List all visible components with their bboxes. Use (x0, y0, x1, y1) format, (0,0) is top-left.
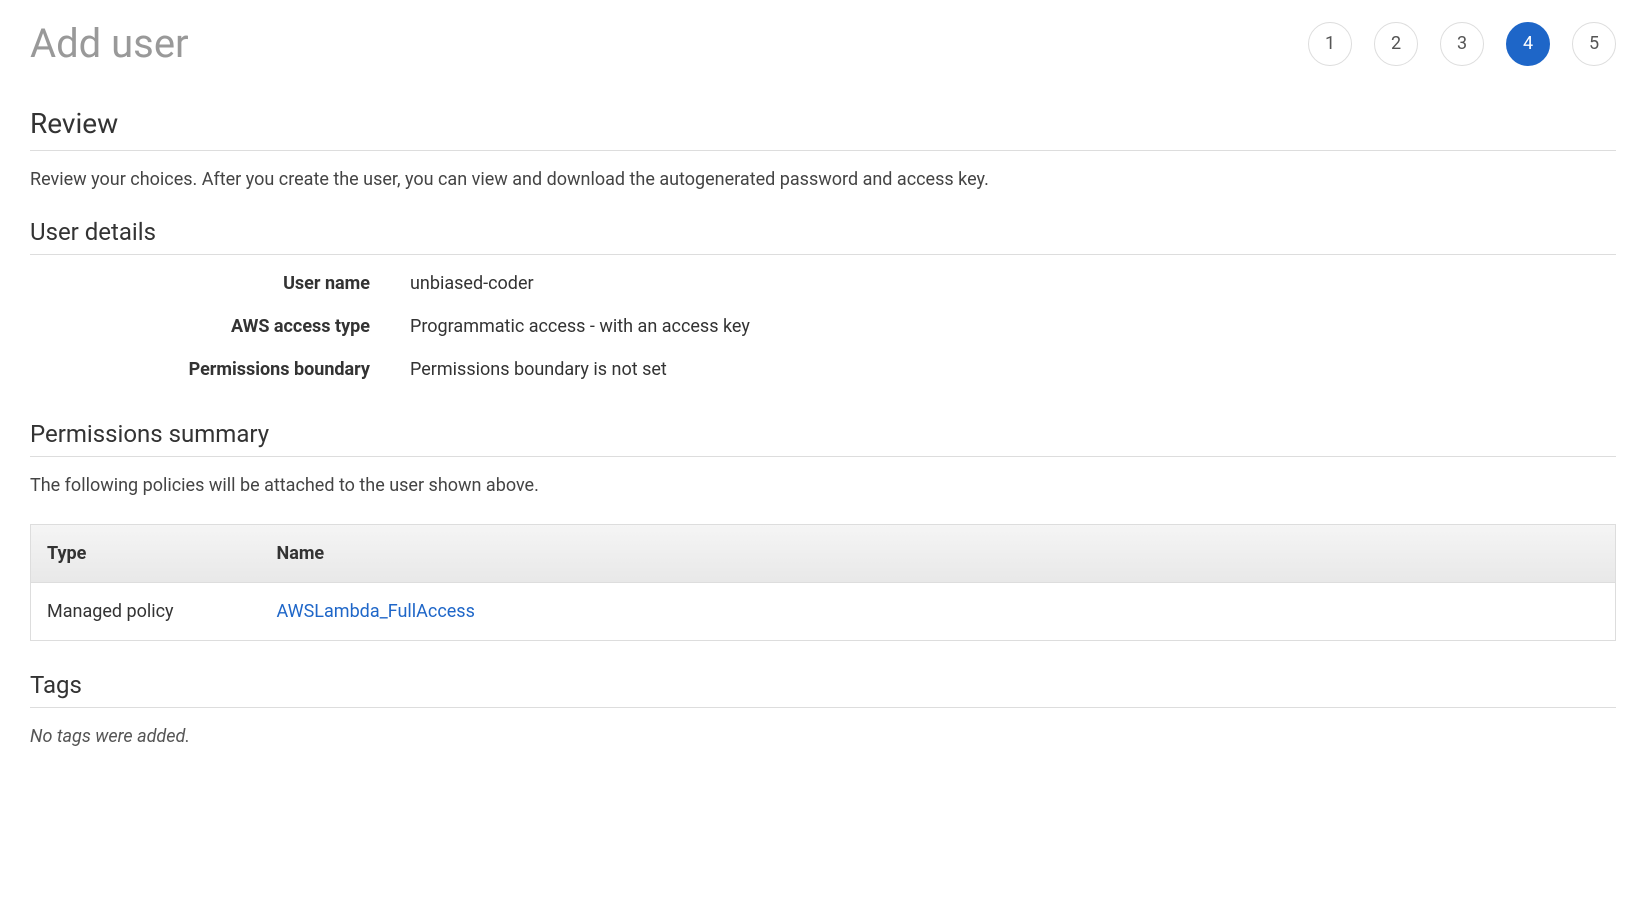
user-details-grid: User name unbiased-coder AWS access type… (30, 273, 1616, 380)
detail-label-access-type: AWS access type (30, 316, 410, 337)
step-1[interactable]: 1 (1308, 22, 1352, 66)
policy-name-cell: AWSLambda_FullAccess (261, 583, 1616, 641)
permissions-summary-heading: Permissions summary (30, 420, 1616, 457)
step-3[interactable]: 3 (1440, 22, 1484, 66)
detail-label-username: User name (30, 273, 410, 294)
step-5[interactable]: 5 (1572, 22, 1616, 66)
policies-table: Type Name Managed policy AWSLambda_FullA… (30, 524, 1616, 641)
review-heading: Review (30, 107, 1616, 151)
detail-value-permissions-boundary: Permissions boundary is not set (410, 359, 1616, 380)
tags-empty-text: No tags were added. (30, 726, 1616, 747)
policy-name-link[interactable]: AWSLambda_FullAccess (277, 601, 475, 622)
tags-heading: Tags (30, 671, 1616, 708)
permissions-summary-description: The following policies will be attached … (30, 475, 1616, 496)
table-header-row: Type Name (31, 525, 1616, 583)
user-details-heading: User details (30, 218, 1616, 255)
wizard-stepper: 1 2 3 4 5 (1308, 22, 1616, 66)
policy-type: Managed policy (31, 583, 261, 641)
detail-value-access-type: Programmatic access - with an access key (410, 316, 1616, 337)
page-header: Add user 1 2 3 4 5 (30, 20, 1616, 67)
column-header-type: Type (31, 525, 261, 583)
detail-label-permissions-boundary: Permissions boundary (30, 359, 410, 380)
review-description: Review your choices. After you create th… (30, 169, 1616, 190)
table-row: Managed policy AWSLambda_FullAccess (31, 583, 1616, 641)
page-title: Add user (30, 20, 189, 67)
column-header-name: Name (261, 525, 1616, 583)
detail-value-username: unbiased-coder (410, 273, 1616, 294)
step-4[interactable]: 4 (1506, 22, 1550, 66)
step-2[interactable]: 2 (1374, 22, 1418, 66)
